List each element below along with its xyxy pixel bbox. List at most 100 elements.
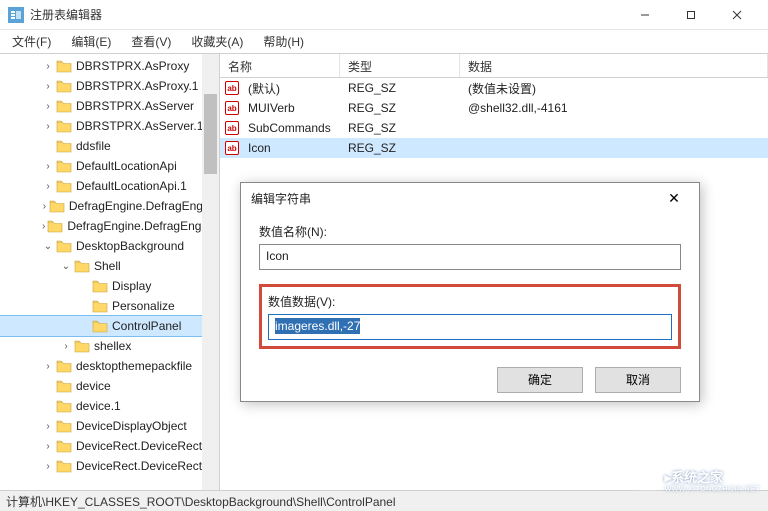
tree-item[interactable]: ›DefaultLocationApi	[0, 156, 219, 176]
folder-icon	[92, 279, 108, 293]
folder-icon	[56, 99, 72, 113]
cell-type: REG_SZ	[344, 121, 464, 135]
folder-icon	[74, 339, 90, 353]
value-data-field[interactable]: imageres.dll,-27	[268, 314, 672, 340]
expand-icon[interactable]: ›	[42, 121, 54, 132]
expand-icon[interactable]: ›	[60, 341, 72, 352]
cell-type: REG_SZ	[344, 81, 464, 95]
menu-file[interactable]: 文件(F)	[4, 31, 59, 52]
list-row[interactable]: ab SubCommandsREG_SZ	[220, 118, 768, 138]
list-row[interactable]: ab MUIVerbREG_SZ@shell32.dll,-4161	[220, 98, 768, 118]
tree-item-label: DefragEngine.DefragEngine	[69, 199, 219, 213]
tree-item[interactable]: ddsfile	[0, 136, 219, 156]
statusbar: 计算机\HKEY_CLASSES_ROOT\DesktopBackground\…	[0, 490, 768, 511]
cell-data: (数值未设置)	[464, 80, 768, 97]
tree-item[interactable]: ›DeviceRect.DeviceRect	[0, 436, 219, 456]
cell-name: SubCommands	[244, 121, 344, 135]
tree-item[interactable]: › DefaultLocationApi.1	[0, 176, 219, 196]
tree-item-label: shellex	[94, 339, 131, 353]
tree-item-label: Shell	[94, 259, 121, 273]
tree-item[interactable]: ⌄ DesktopBackground	[0, 236, 219, 256]
expand-icon[interactable]: ›	[42, 221, 45, 232]
folder-icon	[56, 399, 72, 413]
maximize-button[interactable]	[668, 0, 714, 30]
collapse-icon[interactable]: ⌄	[42, 241, 54, 252]
cell-type: REG_SZ	[344, 141, 464, 155]
tree-item[interactable]: › DeviceDisplayObject	[0, 416, 219, 436]
cancel-button[interactable]: 取消	[595, 367, 681, 393]
tree-item[interactable]: Personalize	[0, 296, 219, 316]
tree-item[interactable]: ›DBRSTPRX.AsProxy.1	[0, 76, 219, 96]
tree-item[interactable]: › desktopthemepackfile	[0, 356, 219, 376]
tree-item-label: DeviceRect.DeviceRect.1	[76, 459, 212, 473]
folder-icon	[56, 139, 72, 153]
tree-item[interactable]: ⌄ Shell	[0, 256, 219, 276]
tree-pane: ›DBRSTPRX.AsProxy›DBRSTPRX.AsProxy.1›DBR…	[0, 54, 220, 490]
menu-view[interactable]: 查看(V)	[123, 31, 179, 52]
dialog-close-button[interactable]: ✕	[659, 190, 689, 207]
list-header: 名称 类型 数据	[220, 54, 768, 78]
value-name-field[interactable]: Icon	[259, 244, 681, 270]
folder-icon	[47, 219, 63, 233]
tree-item[interactable]: › DBRSTPRX.AsProxy	[0, 56, 219, 76]
tree-item-label: desktopthemepackfile	[76, 359, 192, 373]
menubar: 文件(F) 编辑(E) 查看(V) 收藏夹(A) 帮助(H)	[0, 30, 768, 54]
value-name-label: 数值名称(N):	[259, 223, 681, 240]
tree-item[interactable]: › shellex	[0, 336, 219, 356]
expand-icon[interactable]: ›	[42, 441, 54, 452]
expand-icon[interactable]: ›	[42, 181, 54, 192]
menu-help[interactable]: 帮助(H)	[255, 31, 312, 52]
folder-icon	[56, 59, 72, 73]
window-title: 注册表编辑器	[30, 6, 622, 23]
tree-item-label: Personalize	[112, 299, 175, 313]
tree-item[interactable]: › DeviceRect.DeviceRect.1	[0, 456, 219, 476]
expand-icon[interactable]: ›	[42, 61, 54, 72]
folder-icon	[56, 439, 72, 453]
tree-item[interactable]: › DefragEngine.DefragEngine	[0, 196, 219, 216]
menu-edit[interactable]: 编辑(E)	[63, 31, 119, 52]
expand-icon[interactable]: ›	[42, 81, 54, 92]
string-value-icon: ab	[224, 100, 240, 116]
tree-item-label: DefaultLocationApi.1	[76, 179, 187, 193]
col-header-name[interactable]: 名称	[220, 54, 340, 77]
folder-icon	[56, 379, 72, 393]
expand-icon[interactable]: ›	[42, 161, 54, 172]
minimize-button[interactable]	[622, 0, 668, 30]
tree-item[interactable]: ›DBRSTPRX.AsServer	[0, 96, 219, 116]
tree-item[interactable]: › DBRSTPRX.AsServer.1	[0, 116, 219, 136]
tree-item[interactable]: device.1	[0, 396, 219, 416]
tree-item-label: DBRSTPRX.AsProxy	[76, 59, 189, 73]
tree-scrollbar[interactable]	[202, 54, 219, 490]
tree-item-label: DesktopBackground	[76, 239, 184, 253]
col-header-data[interactable]: 数据	[460, 54, 768, 77]
tree-item[interactable]: Display	[0, 276, 219, 296]
expand-icon[interactable]: ›	[42, 361, 54, 372]
folder-icon	[92, 319, 108, 333]
col-header-type[interactable]: 类型	[340, 54, 460, 77]
menu-favorites[interactable]: 收藏夹(A)	[183, 31, 251, 52]
close-button[interactable]	[714, 0, 760, 30]
expand-icon[interactable]: ›	[42, 461, 54, 472]
expand-icon[interactable]: ›	[42, 101, 54, 112]
expand-icon[interactable]: ›	[42, 421, 54, 432]
tree-item[interactable]: ControlPanel	[0, 316, 219, 336]
string-value-icon: ab	[224, 120, 240, 136]
tree-item[interactable]: device	[0, 376, 219, 396]
cell-name: MUIVerb	[244, 101, 344, 115]
tree-item-label: DefragEngine.DefragEngine.1	[67, 219, 220, 233]
ok-button[interactable]: 确定	[497, 367, 583, 393]
cell-type: REG_SZ	[344, 101, 464, 115]
cell-data: @shell32.dll,-4161	[464, 101, 768, 115]
folder-icon	[49, 199, 65, 213]
string-value-icon: ab	[224, 80, 240, 96]
tree-item[interactable]: › DefragEngine.DefragEngine.1	[0, 216, 219, 236]
folder-icon	[56, 119, 72, 133]
list-row[interactable]: ab(默认)REG_SZ(数值未设置)	[220, 78, 768, 98]
folder-icon	[56, 459, 72, 473]
tree-item-label: DBRSTPRX.AsServer.1	[76, 119, 203, 133]
tree-item-label: DeviceDisplayObject	[76, 419, 187, 433]
expand-icon[interactable]: ›	[42, 201, 47, 212]
list-row[interactable]: abIconREG_SZ	[220, 138, 768, 158]
collapse-icon[interactable]: ⌄	[60, 261, 72, 272]
folder-icon	[56, 419, 72, 433]
